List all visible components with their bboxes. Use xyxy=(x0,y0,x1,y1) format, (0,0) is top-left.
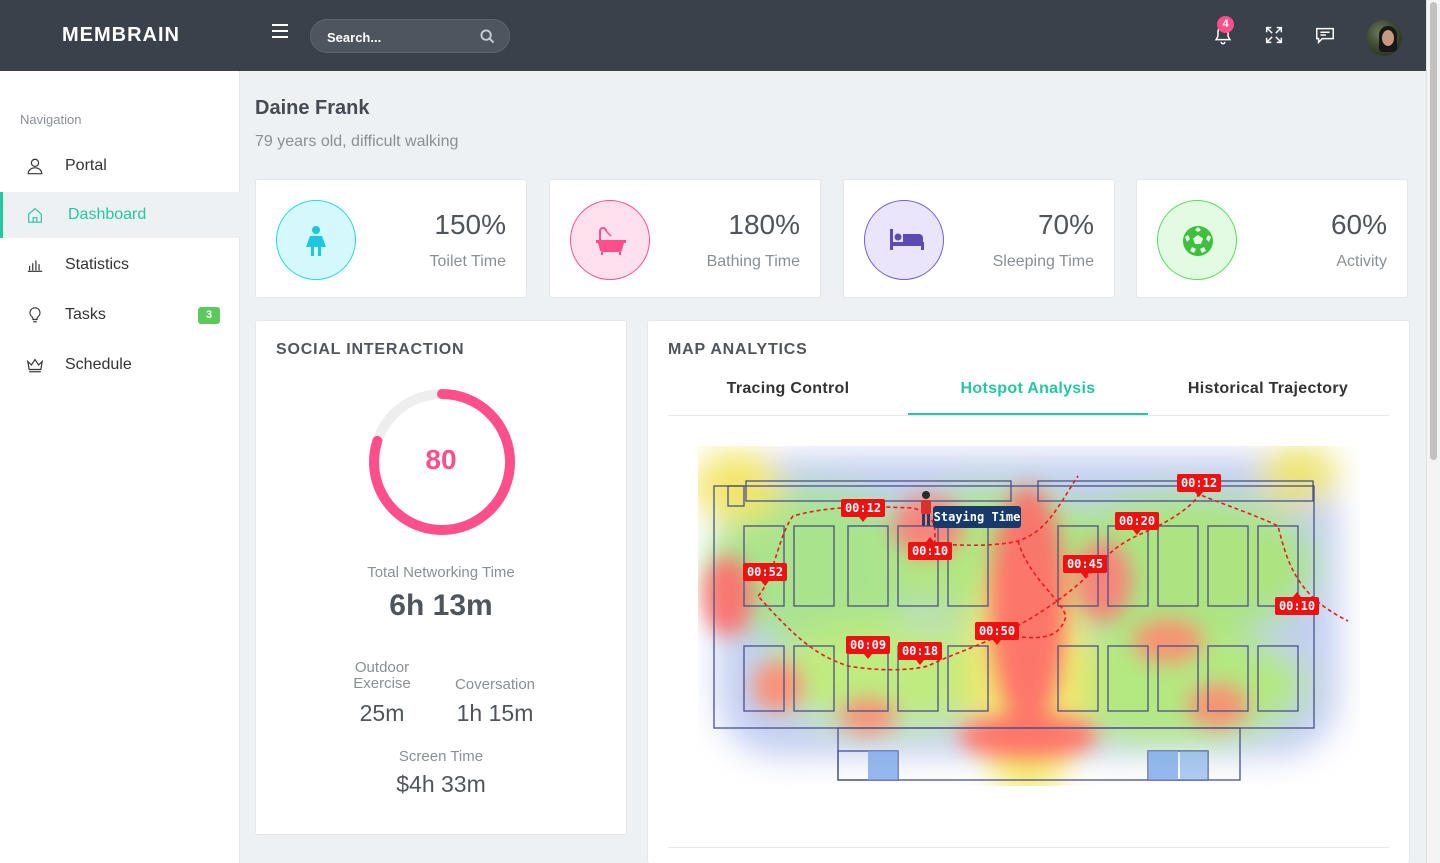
stat-card-sleeping: 70% Sleeping Time xyxy=(843,179,1115,298)
outdoor-label-line1: Outdoor xyxy=(354,659,410,676)
stat-icon-circle xyxy=(864,200,944,280)
fullscreen-icon[interactable] xyxy=(1263,24,1285,46)
tab-tracing-control[interactable]: Tracing Control xyxy=(668,380,908,415)
stat-icon-circle xyxy=(1157,200,1237,280)
tab-historical-trajectory[interactable]: Historical Trajectory xyxy=(1148,380,1388,415)
time-label-text: 00:10 xyxy=(1279,599,1315,613)
sidebar-item-statistics[interactable]: Statistics xyxy=(0,242,240,288)
time-label-text: 00:45 xyxy=(1067,557,1103,571)
scrollbar-thumb[interactable] xyxy=(1430,2,1437,460)
patient-description: 79 years old, difficult walking xyxy=(255,133,459,150)
stat-value: 180% xyxy=(728,209,800,240)
stat-card-toilet: 150% Toilet Time xyxy=(255,179,527,298)
map-analytics-panel: MAP ANALYTICS Tracing Control Hotspot An… xyxy=(647,320,1410,863)
person-icon xyxy=(306,226,326,256)
stat-card-bathing: 180% Bathing Time xyxy=(549,179,821,298)
tab-divider xyxy=(668,415,1389,416)
stat-label: Sleeping Time xyxy=(992,253,1094,270)
time-label-text: 00:52 xyxy=(747,565,783,579)
stat-label: Activity xyxy=(1336,253,1387,270)
stat-value: 60% xyxy=(1330,209,1387,240)
sidebar: Navigation Portal Dashboard Statistics T… xyxy=(0,71,240,863)
stat-icon-circle xyxy=(570,200,650,280)
conversation-label: Coversation xyxy=(454,676,536,693)
sidebar-item-label: Dashboard xyxy=(68,206,147,223)
search-box[interactable] xyxy=(310,19,510,53)
outdoor-exercise-label: Outdoor Exercise xyxy=(322,660,442,692)
time-label-text: 00:09 xyxy=(850,638,886,652)
sidebar-item-portal[interactable]: Portal xyxy=(0,143,240,189)
staying-time-tooltip: Staying Time xyxy=(933,506,1021,528)
time-label-text: 00:12 xyxy=(1181,476,1217,490)
stat-label: Toilet Time xyxy=(429,253,506,270)
menu-toggle-icon[interactable] xyxy=(272,24,288,40)
conversation-value: 1h 15m xyxy=(456,700,534,726)
tasks-count-badge: 3 xyxy=(198,307,220,324)
nav-title: Navigation xyxy=(20,112,82,127)
sidebar-item-dashboard[interactable]: Dashboard xyxy=(0,192,240,238)
user-icon xyxy=(27,158,43,175)
user-avatar[interactable] xyxy=(1366,20,1402,56)
outdoor-exercise-value: 25m xyxy=(359,700,405,726)
outdoor-label-line2: Exercise xyxy=(353,675,411,692)
stat-icon-circle xyxy=(276,200,356,280)
social-interaction-panel: SOCIAL INTERACTION 80 Total Networking T… xyxy=(255,320,627,835)
sidebar-item-label: Schedule xyxy=(65,356,132,373)
bed-icon xyxy=(890,229,924,250)
heatmap-layer xyxy=(698,446,1360,786)
total-networking-value: 6h 13m xyxy=(389,589,493,622)
panel-title: SOCIAL INTERACTION xyxy=(276,341,465,358)
total-networking-label: Total Networking Time xyxy=(367,564,515,581)
search-input[interactable] xyxy=(325,27,479,47)
sidebar-item-label: Portal xyxy=(65,157,107,174)
stat-value: 70% xyxy=(1037,209,1094,240)
panel-footer-divider xyxy=(668,847,1389,848)
lightbulb-icon xyxy=(29,307,41,323)
screen-time-label: Screen Time xyxy=(398,748,484,765)
time-label-text: 00:18 xyxy=(902,644,938,658)
page-scrollbar[interactable] xyxy=(1426,0,1440,863)
stat-value: 150% xyxy=(434,209,506,240)
brand-logo[interactable]: MEMBRAIN xyxy=(62,24,180,47)
search-icon[interactable] xyxy=(480,29,495,44)
bar-chart-icon xyxy=(27,260,43,272)
crown-icon xyxy=(26,358,44,373)
panel-title: MAP ANALYTICS xyxy=(668,341,808,358)
sidebar-item-label: Tasks xyxy=(65,306,106,323)
sidebar-item-label: Statistics xyxy=(65,256,130,273)
sidebar-item-tasks[interactable]: Tasks 3 xyxy=(0,292,240,338)
soccer-ball-icon xyxy=(1183,226,1213,256)
notification-badge: 4 xyxy=(1217,16,1234,33)
time-label-text: 00:12 xyxy=(845,501,881,515)
home-icon xyxy=(28,207,42,223)
tab-hotspot-analysis[interactable]: Hotspot Analysis xyxy=(908,380,1148,415)
time-label-text: 00:20 xyxy=(1119,514,1155,528)
hotspot-heatmap[interactable]: Staying Time 00:12 00:10 00:52 00:09 00:… xyxy=(698,446,1360,786)
staying-time-label: Staying Time xyxy=(934,510,1021,524)
time-label-text: 00:10 xyxy=(912,544,948,558)
sidebar-item-schedule[interactable]: Schedule xyxy=(0,342,240,388)
bathtub-icon xyxy=(596,227,626,255)
score-value: 80 xyxy=(425,444,457,475)
top-bar: MEMBRAIN 4 xyxy=(0,0,1426,71)
time-label-text: 00:50 xyxy=(979,624,1015,638)
stat-label: Bathing Time xyxy=(706,253,800,270)
chat-icon[interactable] xyxy=(1314,24,1336,46)
patient-name: Daine Frank xyxy=(255,97,370,119)
screen-time-value: $4h 33m xyxy=(396,771,486,797)
stat-card-activity: 60% Activity xyxy=(1136,179,1408,298)
